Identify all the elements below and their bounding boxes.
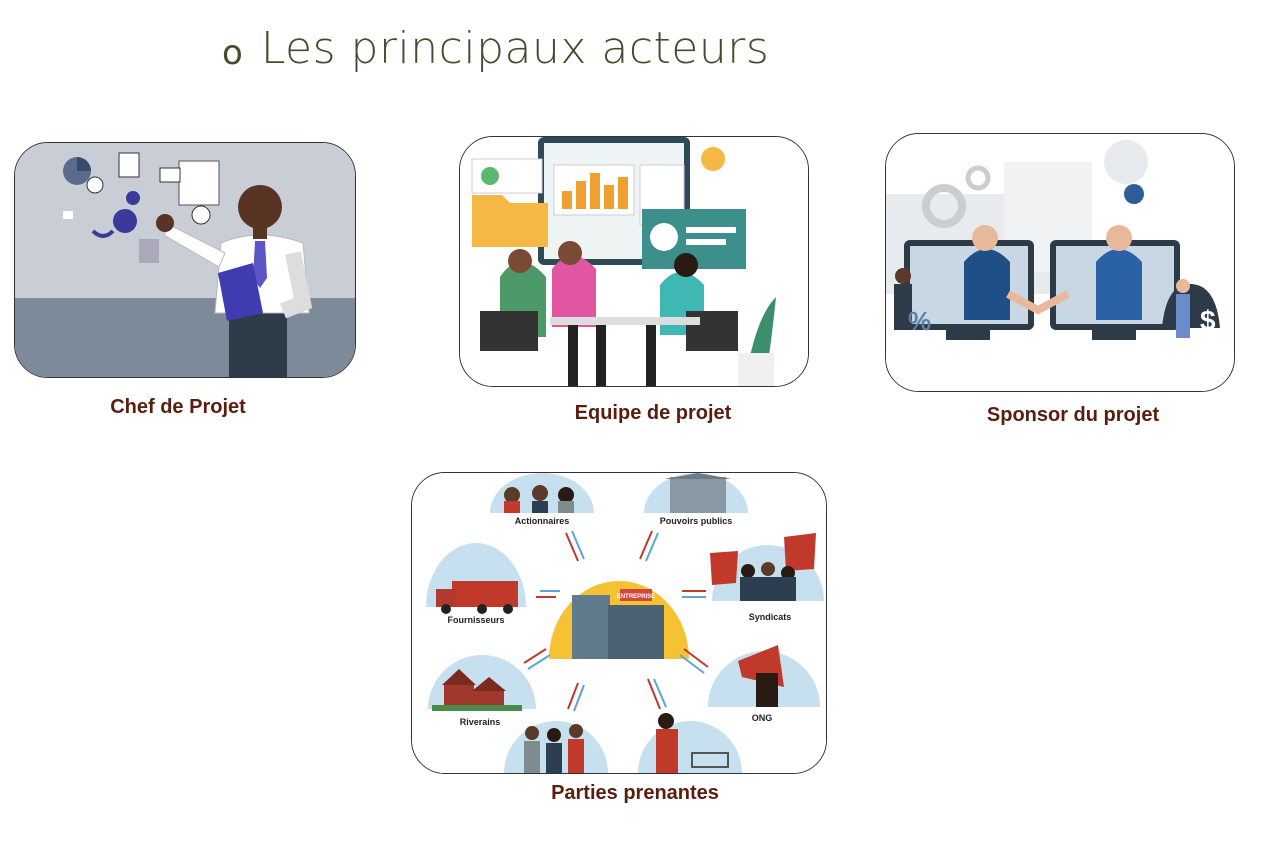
chef-de-projet-image (14, 142, 356, 378)
sponsor-handshake-illustration: % $ (886, 134, 1234, 391)
stakeholder-fournisseurs: Fournisseurs (447, 615, 504, 625)
stakeholder-map-illustration: ENTREPRISE Actionnaires Pouvoirs publics… (412, 473, 826, 773)
stakeholder-syndicats: Syndicats (749, 612, 792, 622)
bullet-icon: o (222, 33, 243, 73)
svg-text:$: $ (1200, 305, 1216, 336)
stakeholder-ong: ONG (752, 713, 773, 723)
team-illustration (460, 137, 808, 386)
chef-de-projet-caption: Chef de Projet (110, 396, 246, 418)
stakeholder-riverains: Riverains (460, 717, 501, 727)
project-manager-illustration (15, 143, 355, 377)
sponsor-du-projet-image: % $ (885, 133, 1235, 392)
slide-title: o Les principaux acteurs (222, 18, 769, 78)
sponsor-du-projet-caption: Sponsor du projet (986, 404, 1160, 426)
parties-prenantes-caption: Parties prenantes (551, 782, 719, 804)
parties-prenantes-image: ENTREPRISE Actionnaires Pouvoirs publics… (411, 472, 827, 774)
stakeholder-actionnaires: Actionnaires (515, 516, 570, 526)
stakeholder-pouvoirs-publics: Pouvoirs publics (660, 516, 733, 526)
slide-title-text: Les principaux acteurs (260, 22, 770, 74)
svg-text:%: % (908, 306, 931, 336)
equipe-de-projet-image (459, 136, 809, 387)
enterprise-label: ENTREPRISE (617, 594, 655, 600)
equipe-de-projet-caption: Equipe de projet (574, 402, 732, 424)
